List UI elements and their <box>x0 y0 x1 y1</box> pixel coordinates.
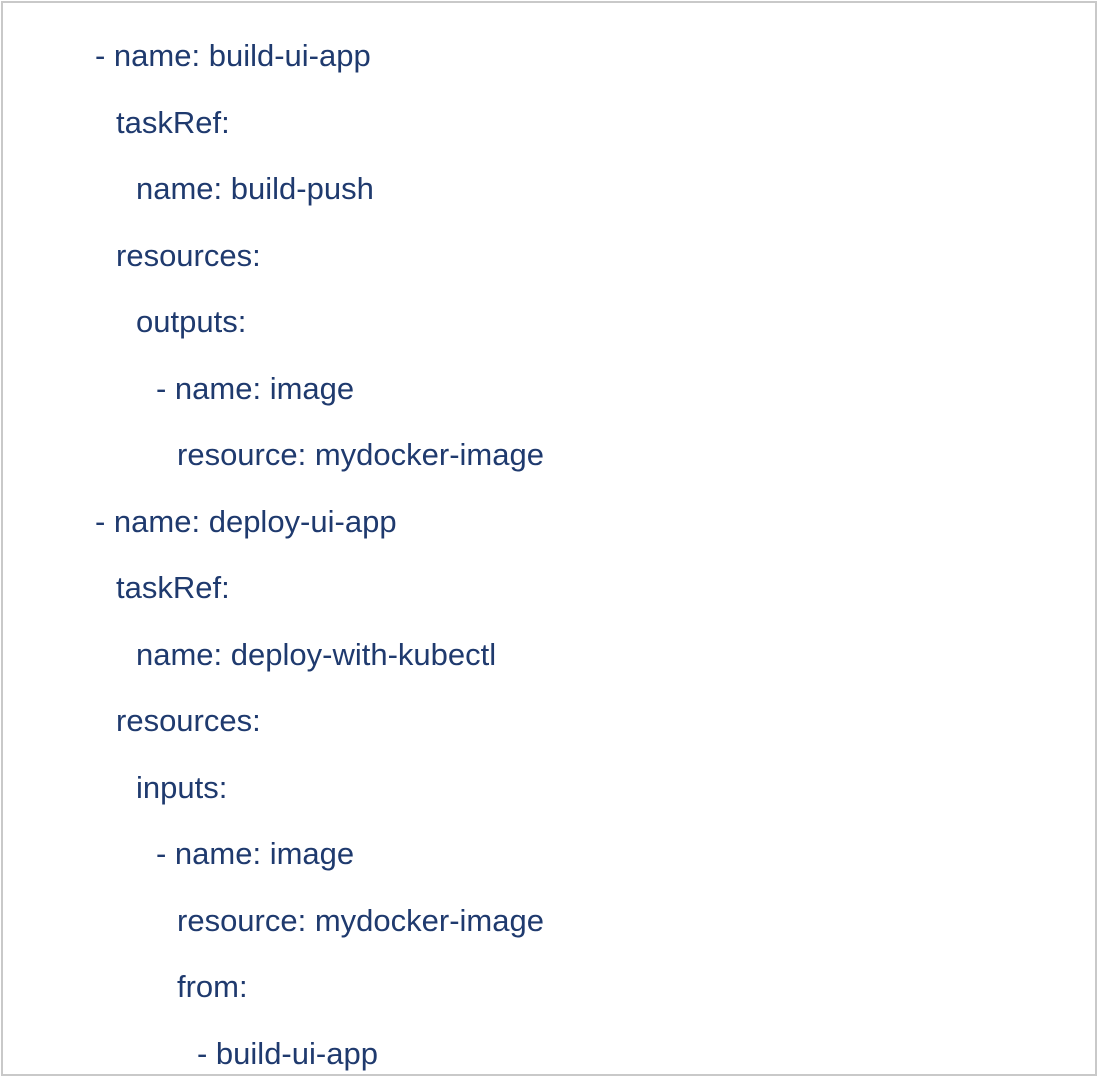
code-line: outputs: <box>3 289 1095 356</box>
code-snippet-frame: - name: build-ui-app taskRef: name: buil… <box>1 1 1097 1076</box>
code-line: resource: mydocker-image <box>3 422 1095 489</box>
yaml-code-block: - name: build-ui-app taskRef: name: buil… <box>3 23 1095 1087</box>
code-line: resources: <box>3 223 1095 290</box>
code-line: name: deploy-with-kubectl <box>3 622 1095 689</box>
code-line: - name: build-ui-app <box>3 23 1095 90</box>
code-line: resource: mydocker-image <box>3 888 1095 955</box>
code-line: - name: deploy-ui-app <box>3 489 1095 556</box>
code-line: - build-ui-app <box>3 1021 1095 1087</box>
code-line: resources: <box>3 688 1095 755</box>
code-line: inputs: <box>3 755 1095 822</box>
code-line: taskRef: <box>3 555 1095 622</box>
code-line: from: <box>3 954 1095 1021</box>
code-line: - name: image <box>3 356 1095 423</box>
code-line: name: build-push <box>3 156 1095 223</box>
code-line: taskRef: <box>3 90 1095 157</box>
code-line: - name: image <box>3 821 1095 888</box>
